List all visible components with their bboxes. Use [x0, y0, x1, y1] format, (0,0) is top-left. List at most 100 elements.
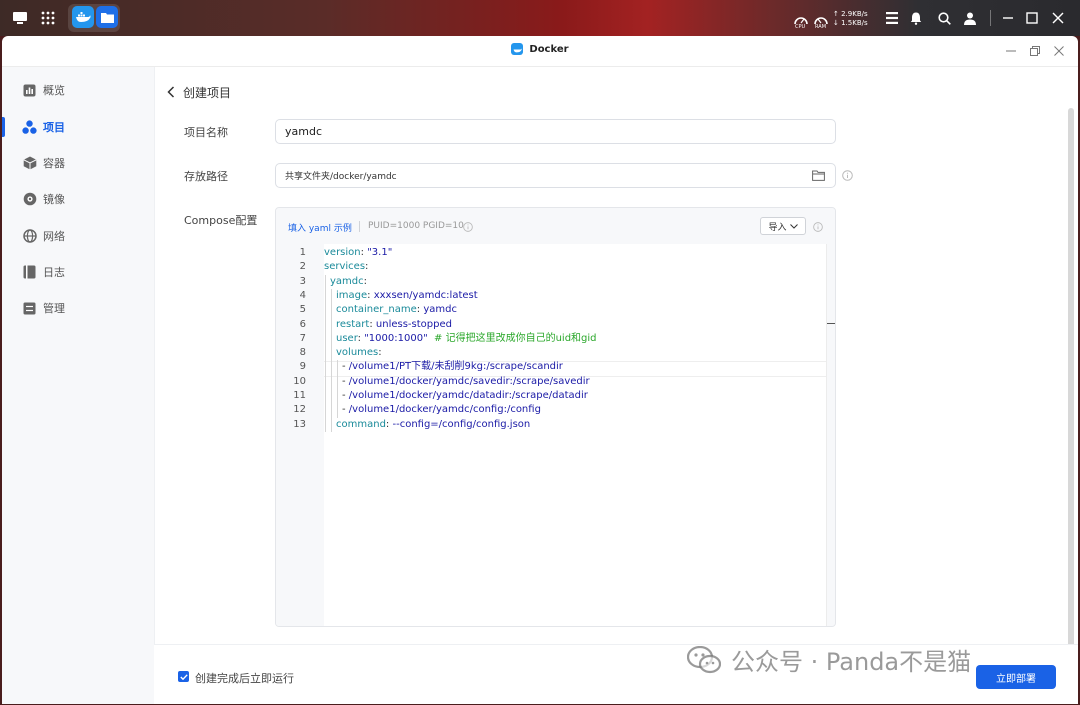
storage-path-label: 存放路径 [184, 170, 228, 183]
code-line: user: "1000:1000" # 记得把这里改成你自己的uid和gid [336, 332, 597, 346]
window-minimize-button[interactable] [1002, 42, 1020, 60]
code-val: /volume1/docker/yamdc/savedir:/scrape/sa… [348, 375, 590, 387]
path-info-icon[interactable] [842, 170, 853, 181]
code-key: image [336, 289, 368, 301]
run-after-create-label[interactable]: 创建完成后立即运行 [195, 670, 294, 686]
user-account-icon[interactable] [960, 8, 980, 28]
storage-path-value: 共享文件夹/docker/yamdc [285, 172, 397, 182]
line-number: 5 [299, 304, 306, 316]
run-after-create-checkbox[interactable] [178, 671, 189, 682]
deploy-now-button[interactable]: 立即部署 [976, 665, 1056, 689]
import-dropdown-button[interactable]: 导入 [760, 217, 806, 235]
sidebar-item-label: 管理 [43, 302, 65, 315]
code-val: /volume1/docker/yamdc/datadir:/scrape/da… [348, 390, 588, 401]
main-menu-icon[interactable] [10, 8, 30, 28]
code-sep: : [378, 347, 382, 359]
code-line: - /volume1/docker/yamdc/datadir:/scrape/… [342, 389, 588, 403]
code-key: user [336, 332, 358, 344]
manage-icon [22, 301, 37, 316]
folder-browse-icon[interactable] [812, 170, 825, 184]
search-icon[interactable] [934, 8, 954, 28]
sidebar-item-overview[interactable]: 概览 [2, 75, 154, 105]
docker-logo-icon [511, 43, 524, 55]
code-line: - /volume1/docker/yamdc/config:/config [342, 403, 541, 417]
fill-yaml-example-link[interactable]: 填入 yaml 示例 [288, 221, 352, 234]
log-icon [22, 265, 37, 280]
chevron-down-icon [789, 223, 798, 229]
taskbar-divider [990, 10, 991, 26]
code-val: unless-stopped [375, 318, 452, 330]
file-manager-app-icon[interactable] [96, 6, 118, 28]
desktop-taskbar: CPU RAM ↑ 2.9KB/s ↓ 1.5KB/s [0, 0, 1080, 36]
widgets-icon[interactable] [882, 8, 902, 28]
minimize-desktop-icon[interactable] [998, 8, 1018, 28]
window-title: Docker [529, 43, 569, 55]
code-key: volumes [336, 347, 379, 359]
window-titlebar[interactable]: Docker [2, 36, 1078, 67]
network-icon [22, 229, 37, 244]
yaml-code-editor[interactable]: 1 2 3 4 5 6 7 8 9 10 11 12 13 version: "3.1" services… [276, 244, 826, 626]
code-key: container_name [336, 304, 417, 316]
code-val: "3.1" [367, 247, 393, 258]
code-line: volumes: [336, 346, 382, 360]
line-number: 13 [293, 418, 306, 430]
net-download-rate: ↓ 1.5KB/s [833, 19, 868, 27]
line-number: 9 [299, 361, 306, 373]
back-chevron-icon[interactable] [164, 84, 178, 100]
puid-info-icon[interactable] [463, 221, 473, 235]
line-number-gutter: 1 2 3 4 5 6 7 8 9 10 11 12 13 [276, 244, 324, 626]
compose-editor-panel: 填入 yaml 示例 PUID=1000 PGID=10 导入 12345678… [275, 207, 836, 627]
import-info-icon[interactable] [813, 221, 823, 235]
code-line: - /volume1/docker/yamdc/savedir:/scrape/… [342, 375, 590, 389]
cpu-label: CPU [795, 24, 806, 30]
line-number: 1 [299, 247, 306, 258]
project-name-value: yamdc [285, 125, 322, 138]
sidebar-item-label: 镜像 [43, 193, 65, 206]
sidebar-item-log[interactable]: 日志 [2, 257, 154, 287]
sidebar-item-label: 概览 [43, 84, 65, 97]
sidebar-item-label: 日志 [43, 266, 65, 279]
line-number: 4 [299, 289, 306, 301]
code-key: command [336, 418, 386, 430]
sidebar-nav: 概览 项目 容器 镜像 网络 日志 管理 [2, 67, 155, 704]
project-name-input[interactable]: yamdc [275, 119, 836, 144]
line-number: 7 [299, 332, 306, 344]
scrollbar-cursor-marker [827, 323, 835, 324]
line-number: 8 [299, 347, 306, 359]
close-desktop-icon[interactable] [1048, 8, 1068, 28]
page-title: 创建项目 [183, 86, 232, 100]
sidebar-item-network[interactable]: 网络 [2, 221, 154, 251]
code-line: image: xxxsen/yamdc:latest [336, 289, 478, 303]
sidebar-item-project[interactable]: 项目 [2, 112, 154, 142]
docker-app-icon[interactable] [72, 6, 94, 28]
code-line: container_name: yamdc [336, 303, 457, 317]
overview-icon [22, 83, 37, 98]
editor-vertical-scrollbar[interactable] [826, 244, 835, 626]
sidebar-item-container[interactable]: 容器 [2, 148, 154, 178]
window-restore-button[interactable] [1026, 42, 1044, 60]
code-sep: : [365, 261, 369, 273]
maximize-desktop-icon[interactable] [1022, 8, 1042, 28]
app-grid-icon[interactable] [38, 8, 58, 28]
code-sep: - [342, 390, 349, 401]
code-key: restart [336, 318, 370, 330]
compose-config-label: Compose配置 [184, 214, 258, 227]
line-number: 10 [293, 375, 306, 387]
code-val: "1000:1000" [364, 332, 428, 344]
ram-label: RAM [815, 24, 827, 30]
code-val: /volume1/PT下载/未刮削9kg:/scrape/scandir [348, 361, 563, 373]
indent-guide-line [325, 274, 326, 432]
code-line: services: [324, 260, 368, 274]
window-vertical-scrollbar[interactable] [1068, 108, 1074, 648]
sidebar-item-label: 容器 [43, 157, 65, 170]
window-close-button[interactable] [1050, 42, 1068, 60]
project-icon [22, 119, 37, 135]
code-line: restart: unless-stopped [336, 318, 452, 332]
sidebar-item-label: 网络 [43, 230, 65, 243]
sidebar-item-manage[interactable]: 管理 [2, 293, 154, 323]
notification-bell-icon[interactable] [906, 8, 926, 28]
container-icon [22, 156, 37, 171]
storage-path-input[interactable]: 共享文件夹/docker/yamdc [275, 163, 836, 188]
sidebar-item-image[interactable]: 镜像 [2, 184, 154, 214]
code-val: xxxsen/yamdc:latest [373, 289, 478, 301]
